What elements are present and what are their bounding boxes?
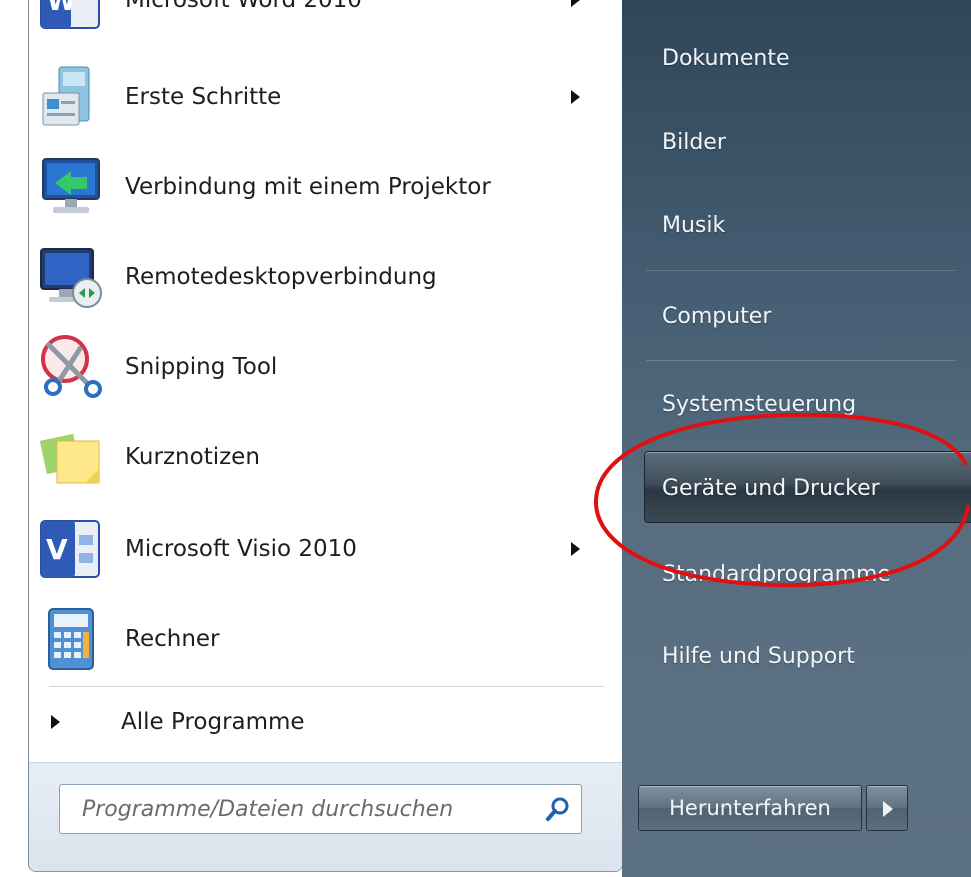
shutdown-button[interactable]: Herunterfahren [638, 785, 862, 831]
program-label: Rechner [125, 626, 220, 652]
getting-started-icon [42, 66, 90, 126]
search-icon[interactable] [545, 796, 571, 822]
remote-desktop-icon [40, 248, 102, 308]
projector-icon [42, 158, 100, 213]
menu-item-standardprogramme[interactable]: Standardprogramme [662, 562, 891, 587]
program-label: Snipping Tool [125, 354, 278, 380]
program-label: Microsoft Visio 2010 [125, 536, 357, 562]
program-item-remotedesktop[interactable]: Remotedesktopverbindung [29, 235, 609, 319]
program-item-visio[interactable]: V Microsoft Visio 2010 [29, 507, 609, 591]
all-programs-button[interactable]: Alle Programme [29, 690, 609, 754]
program-label: Erste Schritte [125, 84, 282, 110]
word-icon: W [40, 0, 100, 29]
menu-item-geraete-und-drucker[interactable]: Geräte und Drucker [662, 476, 880, 501]
program-item-rechner[interactable]: Rechner [29, 597, 609, 681]
menu-item-hilfe-und-support[interactable]: Hilfe und Support [662, 644, 855, 669]
program-item-erste-schritte[interactable]: Erste Schritte [29, 55, 609, 139]
svg-text:W: W [47, 0, 76, 17]
scissors-icon [41, 335, 102, 398]
menu-item-musik[interactable]: Musik [662, 213, 725, 238]
arrow-right-icon [51, 715, 60, 729]
places-panel: Dokumente Bilder Musik Computer Systemst… [622, 0, 971, 877]
submenu-arrow-icon [571, 90, 580, 104]
search-box[interactable] [59, 784, 582, 834]
svg-text:V: V [46, 533, 68, 566]
menu-item-computer[interactable]: Computer [662, 304, 771, 329]
menu-item-dokumente[interactable]: Dokumente [662, 46, 789, 71]
program-label: Verbindung mit einem Projektor [125, 174, 491, 200]
program-item-kurznotizen[interactable]: Kurznotizen [29, 415, 609, 499]
sticky-notes-icon [39, 433, 100, 484]
divider [646, 360, 956, 361]
search-input[interactable] [60, 785, 520, 833]
calculator-icon [48, 608, 94, 670]
menu-item-systemsteuerung[interactable]: Systemsteuerung [662, 392, 856, 417]
program-label: Kurznotizen [125, 444, 260, 470]
all-programs-label: Alle Programme [121, 709, 305, 735]
menu-item-bilder[interactable]: Bilder [662, 130, 726, 155]
visio-icon: V [40, 520, 100, 578]
program-label: Microsoft Word 2010 [125, 0, 362, 13]
program-item-snipping-tool[interactable]: Snipping Tool [29, 325, 609, 409]
shutdown-options-button[interactable] [866, 785, 908, 831]
divider [49, 686, 604, 687]
search-area [29, 762, 622, 871]
divider [646, 270, 956, 271]
submenu-arrow-icon [571, 542, 580, 556]
program-label: Remotedesktopverbindung [125, 264, 437, 290]
programs-panel: W Microsoft Word 2010 Erste Schritte Ver… [28, 0, 623, 872]
program-item-word[interactable]: W Microsoft Word 2010 [29, 0, 609, 42]
submenu-arrow-icon [571, 0, 580, 7]
program-item-projector[interactable]: Verbindung mit einem Projektor [29, 145, 609, 229]
